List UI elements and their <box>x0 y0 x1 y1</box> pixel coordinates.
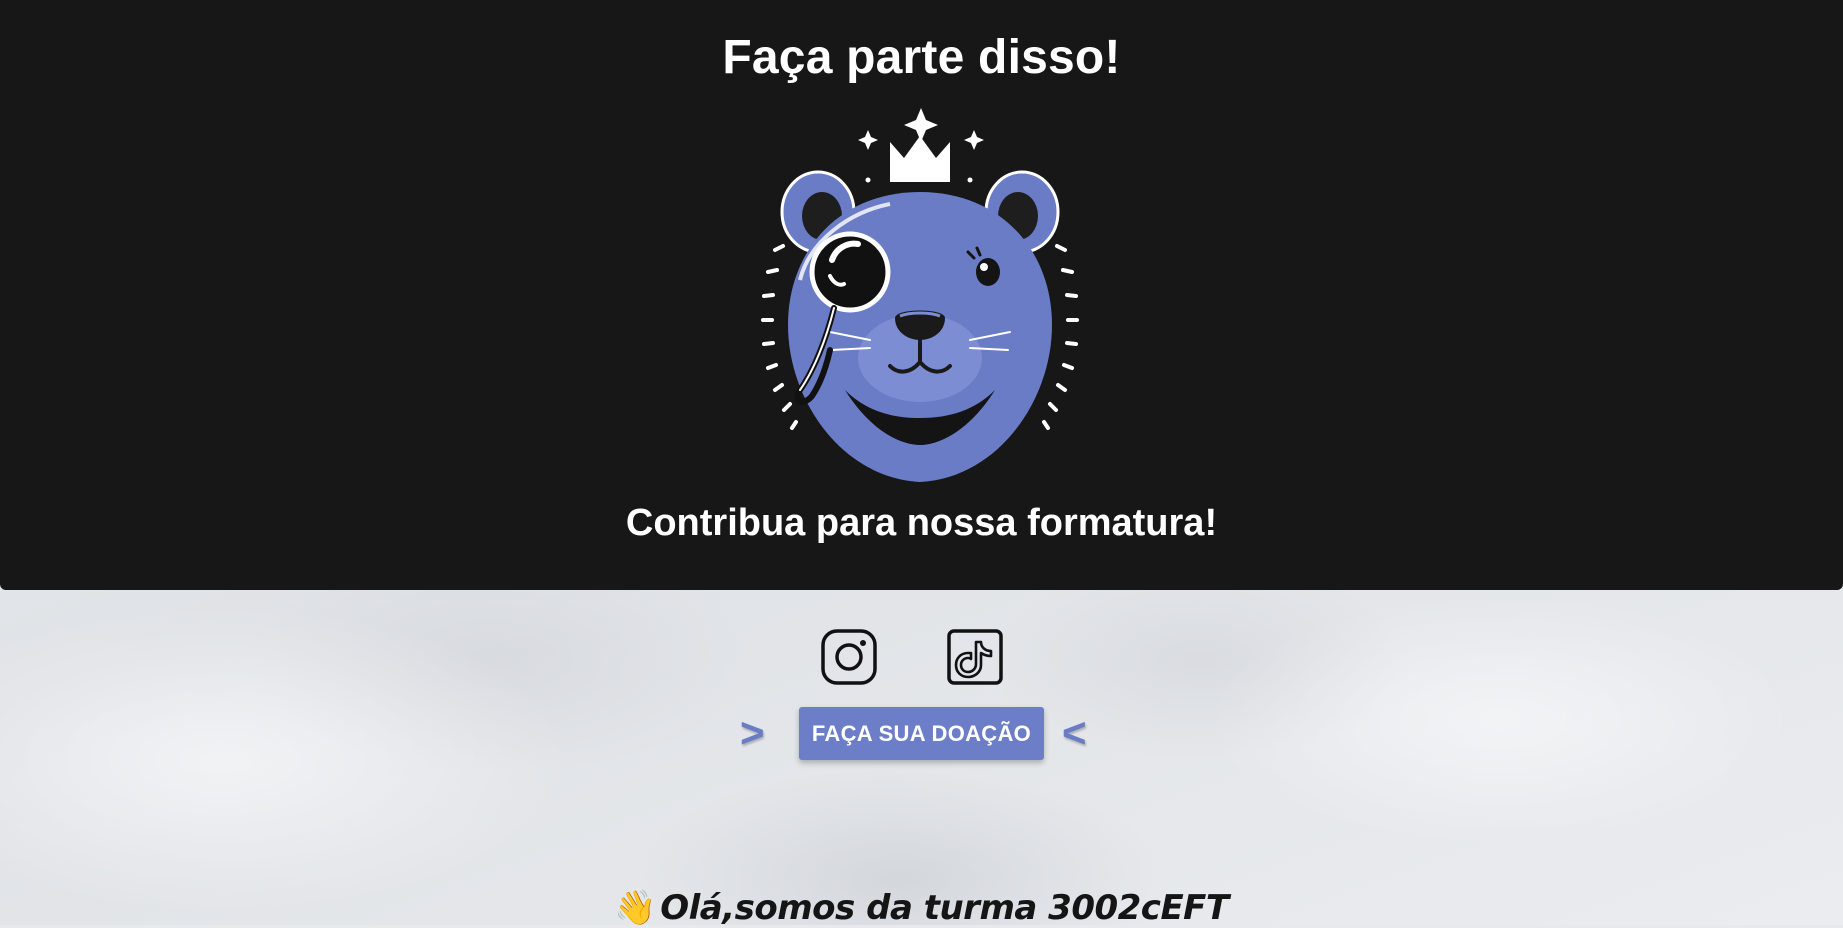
left-pointing-arrow-icon: < <box>1062 709 1087 756</box>
capybara-logo-icon <box>761 108 1079 482</box>
tiktok-link[interactable] <box>946 628 1004 686</box>
hero-subtitle: Contribua para nossa formatura! <box>625 502 1218 544</box>
tiktok-icon <box>947 629 1003 685</box>
instagram-link[interactable] <box>820 628 878 686</box>
right-pointing-arrow-icon: > <box>740 709 765 756</box>
donation-row: > FAÇA SUA DOAÇÃO < <box>0 707 1843 761</box>
hero-title: Faça parte disso! <box>722 31 1121 84</box>
donate-button[interactable]: FAÇA SUA DOAÇÃO <box>799 707 1044 760</box>
instagram-icon <box>821 629 877 685</box>
waving-hand-icon: 👋 <box>614 888 657 928</box>
greeting-text: Olá,somos da turma 3002cEFT <box>660 888 1229 928</box>
greeting-heading: 👋 Olá,somos da turma 3002cEFT <box>0 888 1843 928</box>
hero-banner: Faça parte disso! Contribua para nossa f… <box>0 0 1843 590</box>
